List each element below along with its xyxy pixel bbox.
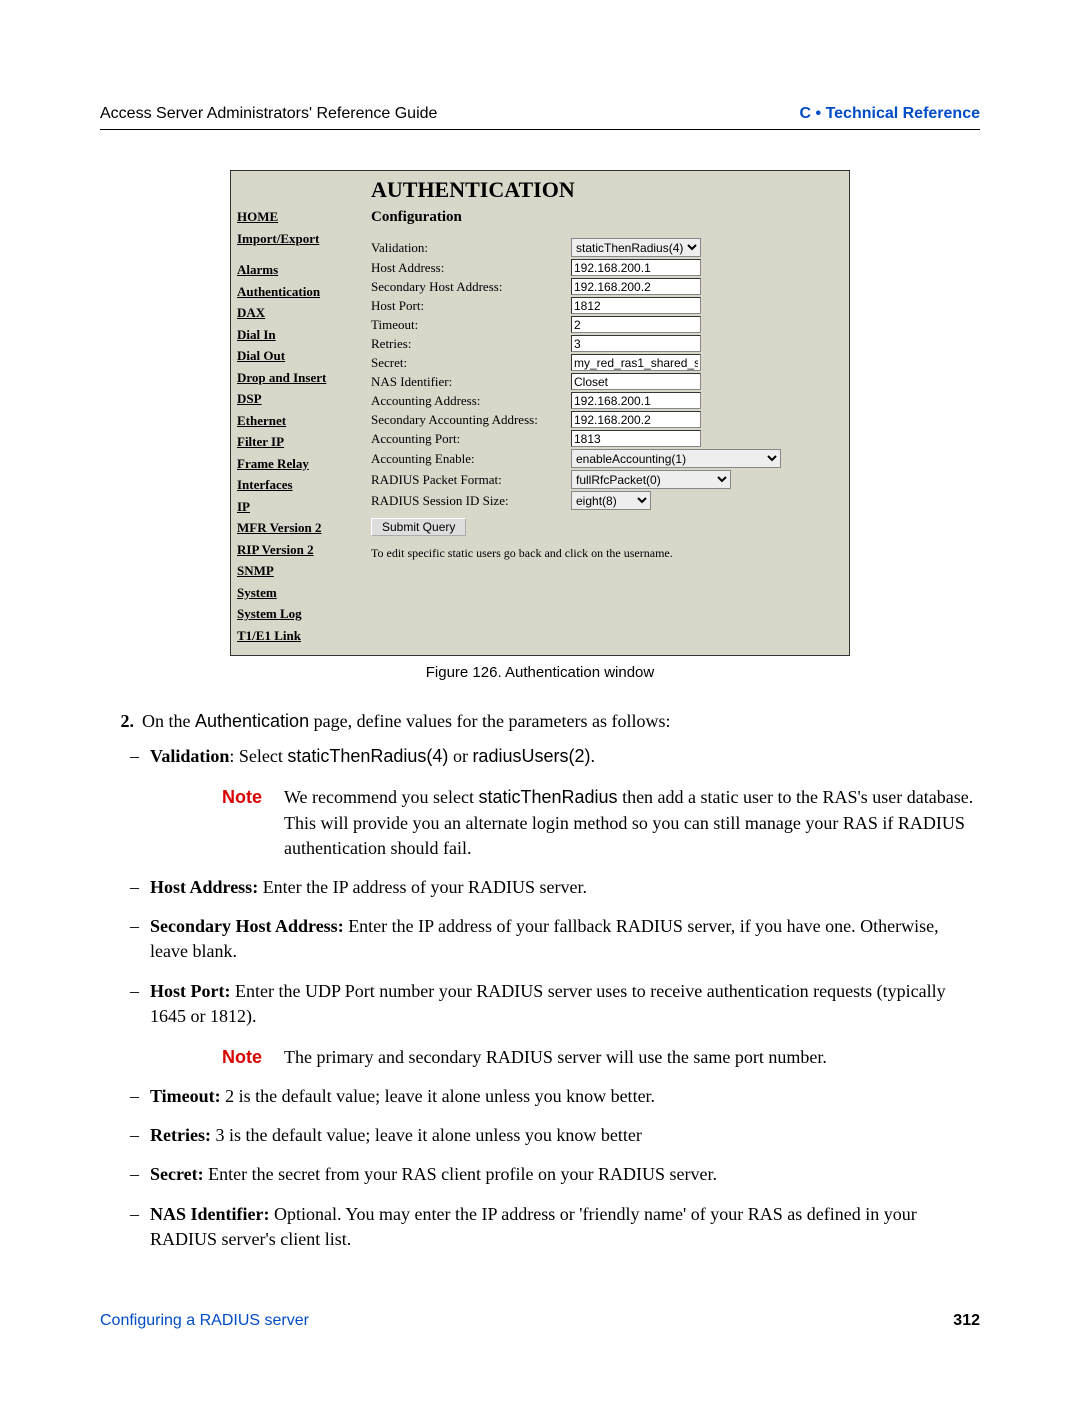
nav-dax[interactable]: DAX [237,303,367,323]
nav-dsp[interactable]: DSP [237,389,367,409]
nav-dial-in[interactable]: Dial In [237,325,367,345]
section-heading: Configuration [371,209,839,226]
label-packet-format: RADIUS Packet Format: [371,472,571,488]
nav-mfr-v2[interactable]: MFR Version 2 [237,518,367,538]
note-label: Note [222,785,284,861]
nav-system[interactable]: System [237,583,367,603]
edit-users-note: To edit specific static users go back an… [371,546,839,561]
input-host-address[interactable] [571,259,701,276]
figure-caption: Figure 126. Authentication window [100,664,980,681]
item-retries: Retries: 3 is the default value; leave i… [150,1123,980,1148]
select-accounting-enable[interactable]: enableAccounting(1) [571,449,781,468]
select-validation[interactable]: staticThenRadius(4) [571,238,701,257]
embedded-web-ui: HOME Import/Export Alarms Authentication… [230,170,850,656]
figure-authentication-window: HOME Import/Export Alarms Authentication… [230,170,850,656]
header-guide-title: Access Server Administrators' Reference … [100,105,437,123]
nav-authentication[interactable]: Authentication [237,282,367,302]
select-session-id-size[interactable]: eight(8) [571,491,651,510]
note-host-port-text: The primary and secondary RADIUS server … [284,1045,980,1070]
label-timeout: Timeout: [371,317,571,333]
label-secret: Secret: [371,355,571,371]
label-host-port: Host Port: [371,298,571,314]
parameter-list: Validation: Select staticThenRadius(4) o… [100,744,980,1252]
select-packet-format[interactable]: fullRfcPacket(0) [571,470,731,489]
input-host-port[interactable] [571,297,701,314]
item-host-port: Host Port: Enter the UDP Port number you… [150,979,980,1071]
nav-alarms[interactable]: Alarms [237,260,367,280]
header-section: C • Technical Reference [800,105,980,123]
label-secondary-host-address: Secondary Host Address: [371,279,571,295]
input-timeout[interactable] [571,316,701,333]
step-2-text: On the Authentication page, define value… [142,709,980,734]
nav-drop-insert[interactable]: Drop and Insert [237,368,367,388]
step-2: 2. On the Authentication page, define va… [100,709,980,734]
item-nas-identifier: NAS Identifier: Optional. You may enter … [150,1202,980,1252]
label-validation: Validation: [371,240,571,256]
label-accounting-enable: Accounting Enable: [371,451,571,467]
nav-sidebar: HOME Import/Export Alarms Authentication… [237,177,367,647]
nav-t1e1-link[interactable]: T1/E1 Link [237,626,367,646]
nav-ethernet[interactable]: Ethernet [237,411,367,431]
input-secondary-host-address[interactable] [571,278,701,295]
note-label: Note [222,1045,284,1070]
item-secret: Secret: Enter the secret from your RAS c… [150,1162,980,1187]
label-session-id-size: RADIUS Session ID Size: [371,493,571,509]
item-secondary-host-address: Secondary Host Address: Enter the IP add… [150,914,980,964]
footer-page-number: 312 [953,1312,980,1330]
input-nas-identifier[interactable] [571,373,701,390]
note-validation: Note We recommend you select staticThenR… [222,785,980,861]
footer-section-title: Configuring a RADIUS server [100,1312,309,1330]
nav-snmp[interactable]: SNMP [237,561,367,581]
nav-home[interactable]: HOME [237,207,367,227]
web-ui-main: AUTHENTICATION Configuration Validation:… [371,177,839,647]
header-rule [100,129,980,130]
step-number: 2. [100,709,142,734]
note-validation-text: We recommend you select staticThenRadius… [284,785,980,861]
label-host-address: Host Address: [371,260,571,276]
note-host-port: Note The primary and secondary RADIUS se… [222,1045,980,1070]
nav-frame-relay[interactable]: Frame Relay [237,454,367,474]
page-title: AUTHENTICATION [371,177,839,203]
nav-rip-v2[interactable]: RIP Version 2 [237,540,367,560]
input-accounting-address[interactable] [571,392,701,409]
input-secret[interactable] [571,354,701,371]
nav-interfaces[interactable]: Interfaces [237,475,367,495]
page: Access Server Administrators' Reference … [0,0,1080,1410]
item-validation: Validation: Select staticThenRadius(4) o… [150,744,980,861]
input-secondary-accounting-address[interactable] [571,411,701,428]
nav-filter-ip[interactable]: Filter IP [237,432,367,452]
input-accounting-port[interactable] [571,430,701,447]
page-footer: Configuring a RADIUS server 312 [100,1312,980,1330]
label-secondary-accounting-address: Secondary Accounting Address: [371,412,571,428]
submit-query-button[interactable]: Submit Query [371,518,466,536]
input-retries[interactable] [571,335,701,352]
nav-import-export[interactable]: Import/Export [237,229,367,249]
page-header: Access Server Administrators' Reference … [100,105,980,123]
label-retries: Retries: [371,336,571,352]
label-nas-identifier: NAS Identifier: [371,374,571,390]
label-accounting-address: Accounting Address: [371,393,571,409]
item-host-address: Host Address: Enter the IP address of yo… [150,875,980,900]
label-accounting-port: Accounting Port: [371,431,571,447]
nav-system-log[interactable]: System Log [237,604,367,624]
nav-dial-out[interactable]: Dial Out [237,346,367,366]
item-timeout: Timeout: 2 is the default value; leave i… [150,1084,980,1109]
nav-ip[interactable]: IP [237,497,367,517]
